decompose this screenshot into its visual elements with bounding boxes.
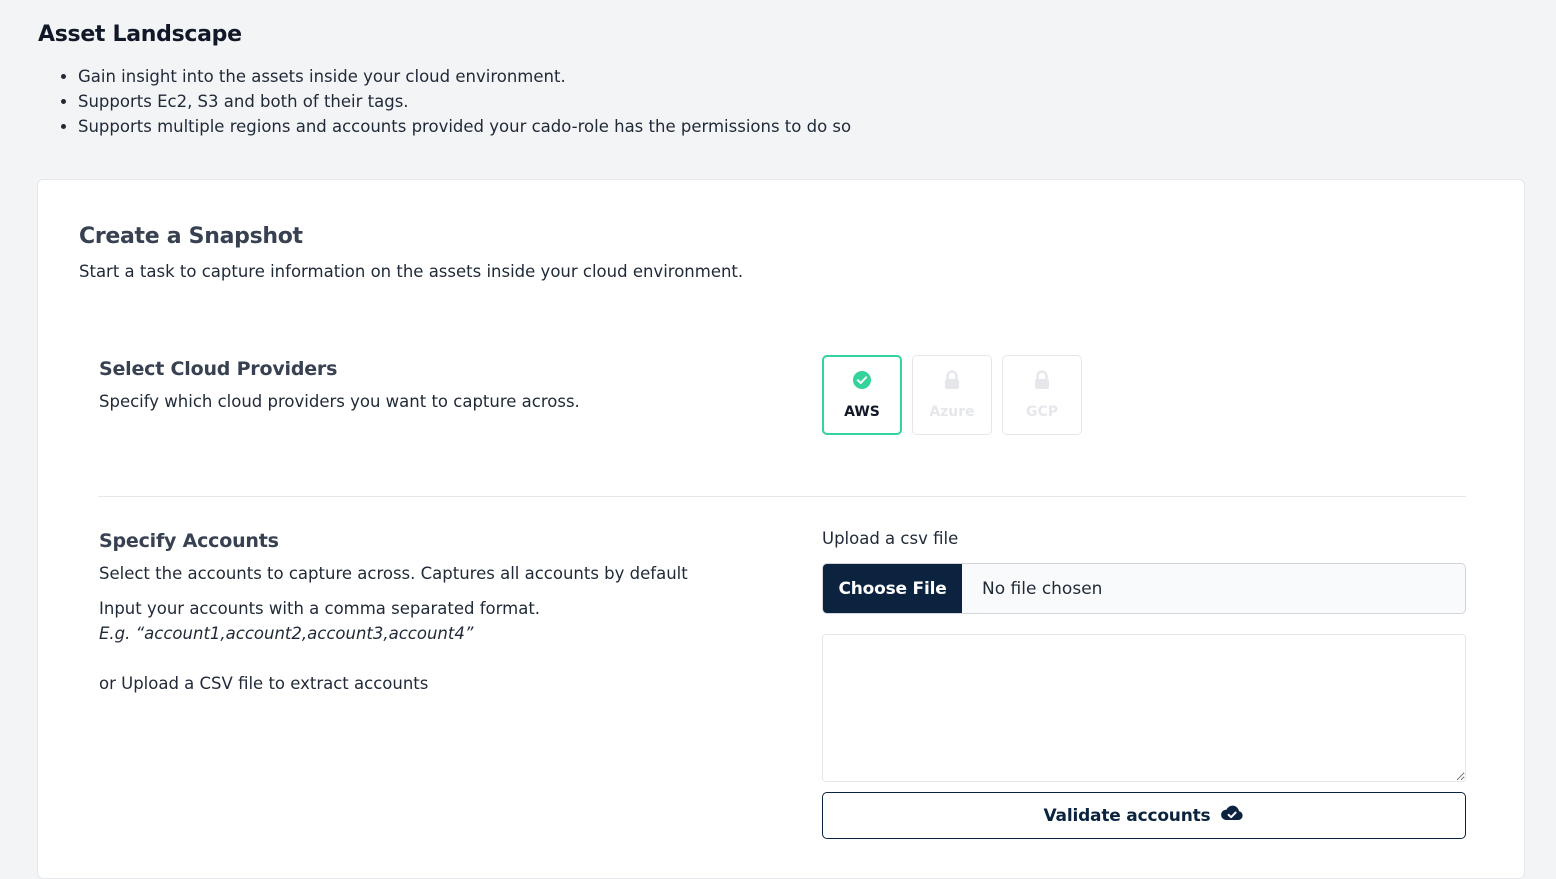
cloud-check-icon [1220,804,1244,827]
provider-gcp-label: GCP [1025,404,1059,420]
accounts-format-hint: Input your accounts with a comma separat… [99,599,541,618]
page-title: Asset Landscape [38,22,242,47]
provider-gcp-button[interactable]: GCP [1002,355,1082,435]
check-circle-icon [852,370,872,394]
providers-section-title: Select Cloud Providers [99,358,338,380]
provider-azure-label: Azure [929,404,975,420]
validate-accounts-label: Validate accounts [1043,805,1211,826]
feature-list: Gain insight into the assets inside your… [38,64,851,139]
provider-azure-button[interactable]: Azure [912,355,992,435]
file-status-text: No file chosen [982,578,1103,599]
lock-icon [943,370,961,394]
choose-file-button[interactable]: Choose File [823,564,962,613]
accounts-textarea[interactable] [822,634,1466,782]
feature-list-item: Supports multiple regions and accounts p… [78,114,851,139]
accounts-section-description: Select the accounts to capture across. C… [99,564,688,583]
snapshot-title: Create a Snapshot [79,224,303,249]
provider-aws-button[interactable]: AWS [822,355,902,435]
lock-icon [1033,370,1051,394]
snapshot-subtitle: Start a task to capture information on t… [79,262,744,281]
snapshot-card: Create a Snapshot Start a task to captur… [37,179,1525,879]
accounts-format-example: E.g. “account1,account2,account3,account… [99,624,474,643]
accounts-csv-hint: or Upload a CSV file to extract accounts [99,674,429,693]
feature-list-item: Gain insight into the assets inside your… [78,64,851,89]
upload-csv-label: Upload a csv file [822,529,959,548]
feature-list-item: Supports Ec2, S3 and both of their tags. [78,89,851,114]
provider-selector: AWS Azure GCP [822,355,1082,435]
provider-aws-label: AWS [844,404,880,420]
validate-accounts-button[interactable]: Validate accounts [822,792,1466,839]
csv-file-input[interactable]: Choose File No file chosen [822,563,1466,614]
section-divider [98,496,1466,497]
accounts-section-title: Specify Accounts [99,530,279,552]
providers-section-description: Specify which cloud providers you want t… [99,392,580,411]
